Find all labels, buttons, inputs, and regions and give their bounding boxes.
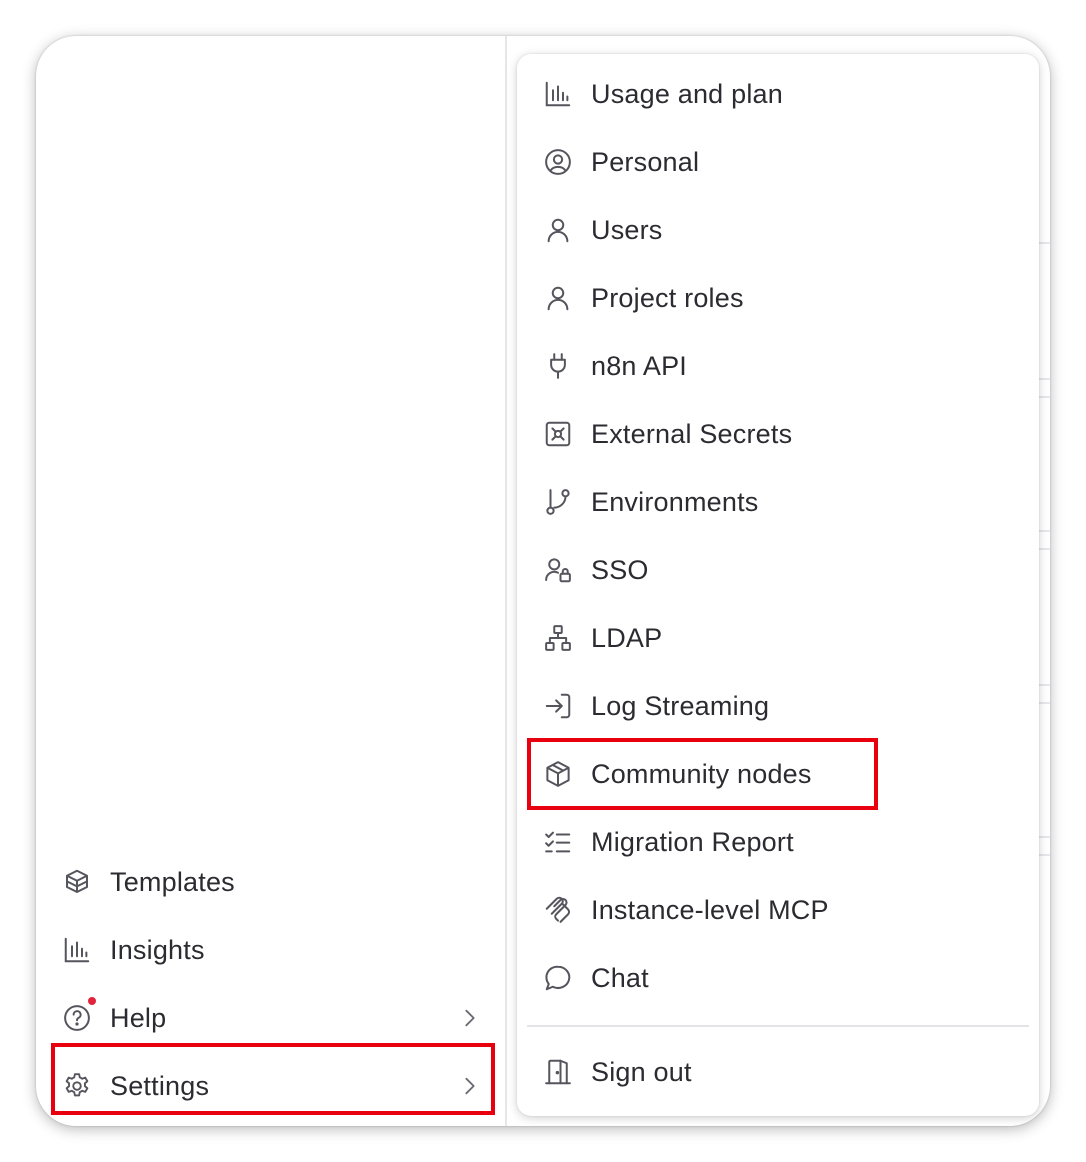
templates-box-icon	[60, 865, 94, 899]
sidebar-divider	[505, 36, 507, 1126]
sidebar-item-label: Settings	[110, 1070, 210, 1101]
mcp-icon	[541, 893, 575, 927]
notification-dot	[88, 997, 96, 1005]
sidebar-item-templates[interactable]: Templates	[56, 852, 481, 912]
menu-item-label: Chat	[591, 962, 649, 993]
menu-item-n8n-api[interactable]: n8n API	[517, 336, 1039, 396]
log-in-icon	[541, 689, 575, 723]
menu-item-project-roles[interactable]: Project roles	[517, 268, 1039, 328]
menu-item-external-secrets[interactable]: External Secrets	[517, 404, 1039, 464]
menu-item-log-streaming[interactable]: Log Streaming	[517, 676, 1039, 736]
menu-item-personal[interactable]: Personal	[517, 132, 1039, 192]
user-icon	[541, 281, 575, 315]
menu-item-environments[interactable]: Environments	[517, 472, 1039, 532]
user-icon	[541, 213, 575, 247]
bar-chart-icon	[541, 77, 575, 111]
menu-item-label: Community nodes	[591, 758, 812, 789]
menu-item-users[interactable]: Users	[517, 200, 1039, 260]
sidebar-item-label: Help	[110, 1002, 167, 1033]
menu-item-label: Project roles	[591, 282, 744, 313]
menu-item-ldap[interactable]: LDAP	[517, 608, 1039, 668]
menu-item-label: Environments	[591, 486, 759, 517]
menu-item-label: Instance-level MCP	[591, 894, 829, 925]
settings-menu: Usage and plan Personal Users Project ro…	[517, 54, 1039, 1116]
menu-item-label: External Secrets	[591, 418, 793, 449]
menu-item-community-nodes[interactable]: Community nodes	[517, 744, 1039, 804]
list-checks-icon	[541, 825, 575, 859]
sidebar-item-label: Insights	[110, 934, 205, 965]
menu-item-usage-and-plan[interactable]: Usage and plan	[517, 64, 1039, 124]
app-window: Templates Insights Help Settings Usage a…	[36, 36, 1050, 1126]
sidebar-item-help[interactable]: Help	[56, 988, 481, 1048]
menu-item-label: Migration Report	[591, 826, 794, 857]
question-circle-icon	[60, 997, 96, 1035]
menu-item-instance-level-mcp[interactable]: Instance-level MCP	[517, 880, 1039, 940]
chevron-right-icon	[459, 1007, 481, 1029]
user-lock-icon	[541, 553, 575, 587]
chat-bubble-icon	[541, 961, 575, 995]
menu-item-label: Personal	[591, 146, 700, 177]
git-branch-icon	[541, 485, 575, 519]
plug-icon	[541, 349, 575, 383]
menu-item-sign-out[interactable]: Sign out	[517, 1042, 1039, 1102]
sidebar-item-label: Templates	[110, 866, 235, 897]
box-icon	[541, 757, 575, 791]
menu-item-label: Sign out	[591, 1056, 692, 1087]
door-exit-icon	[541, 1055, 575, 1089]
gear-icon	[60, 1069, 94, 1103]
sidebar-item-settings[interactable]: Settings	[56, 1056, 481, 1116]
menu-item-label: Users	[591, 214, 663, 245]
vault-icon	[541, 417, 575, 451]
menu-item-sso[interactable]: SSO	[517, 540, 1039, 600]
sidebar-item-insights[interactable]: Insights	[56, 920, 481, 980]
menu-item-chat[interactable]: Chat	[517, 948, 1039, 1008]
menu-item-migration-report[interactable]: Migration Report	[517, 812, 1039, 872]
menu-item-label: Log Streaming	[591, 690, 770, 721]
network-icon	[541, 621, 575, 655]
chevron-right-icon	[459, 1075, 481, 1097]
menu-item-label: SSO	[591, 554, 649, 585]
menu-item-label: LDAP	[591, 622, 663, 653]
menu-divider	[527, 1025, 1029, 1027]
menu-item-label: n8n API	[591, 350, 687, 381]
menu-item-label: Usage and plan	[591, 78, 783, 109]
user-circle-icon	[541, 145, 575, 179]
bar-chart-icon	[60, 933, 94, 967]
